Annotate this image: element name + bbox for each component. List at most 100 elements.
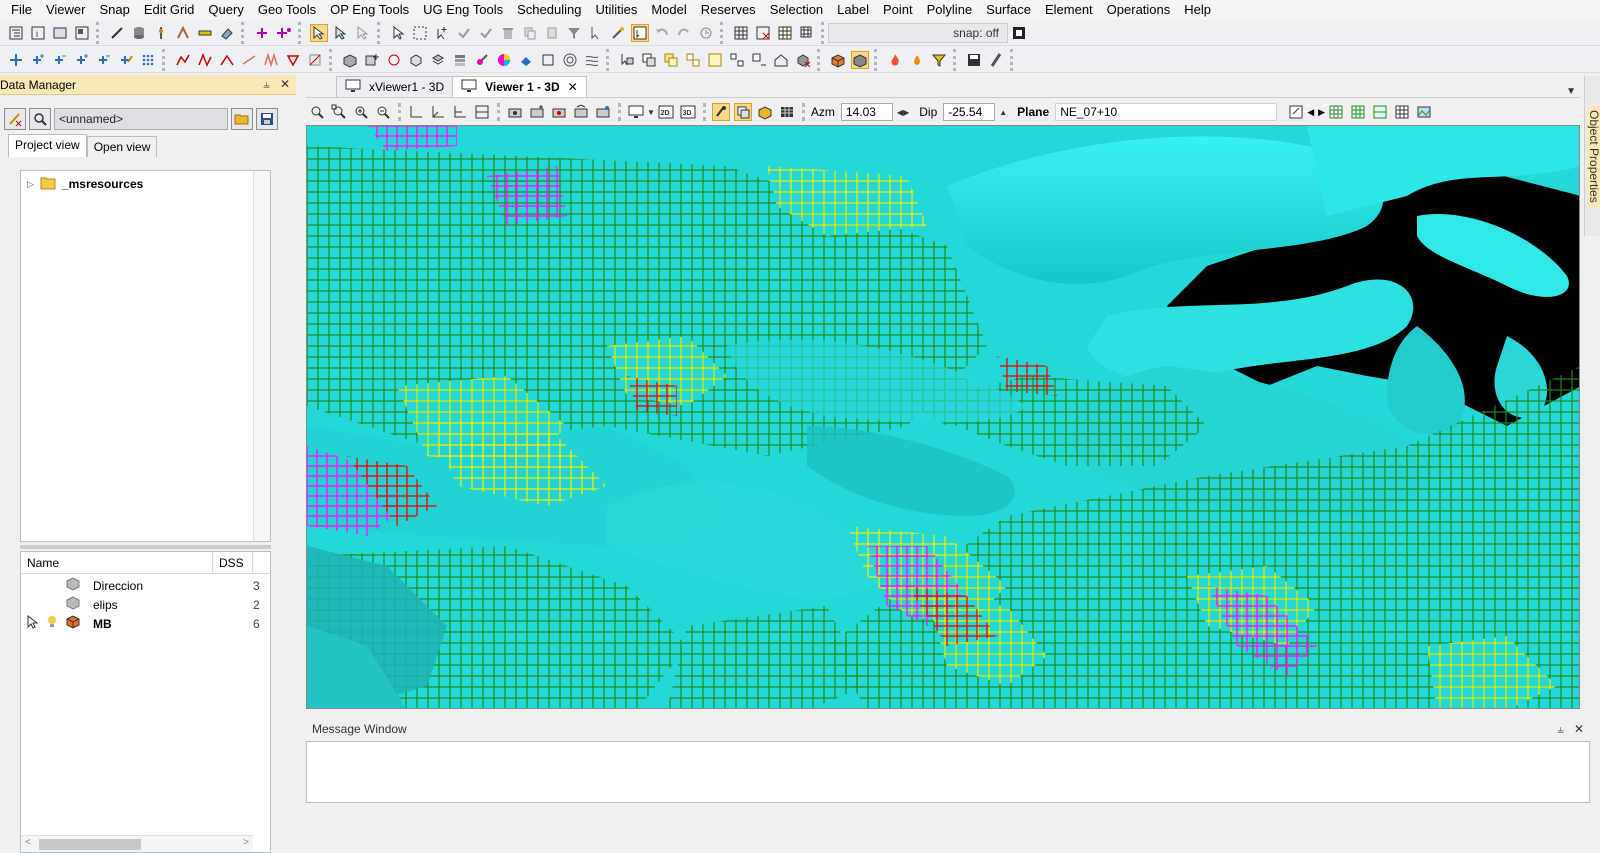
- history-icon[interactable]: [697, 24, 715, 42]
- add-points-icon[interactable]: [275, 24, 293, 42]
- target-icon[interactable]: [561, 51, 579, 69]
- grid-dropdown-icon[interactable]: [798, 24, 816, 42]
- view-2d-icon[interactable]: 2D: [657, 103, 675, 121]
- tab-menu-icon[interactable]: ▼: [1566, 86, 1576, 97]
- polyline-split-icon[interactable]: [218, 51, 236, 69]
- solid-add-icon[interactable]: [363, 51, 381, 69]
- camera-rotate-icon[interactable]: [572, 103, 590, 121]
- select-edit-icon[interactable]: [332, 24, 350, 42]
- open-folder-button[interactable]: [231, 108, 253, 130]
- plane-field[interactable]: NE_07+10: [1055, 103, 1278, 121]
- tab-viewer1[interactable]: Viewer 1 - 3D ✕: [452, 76, 587, 97]
- menu-point[interactable]: Point: [876, 0, 920, 20]
- info-icon[interactable]: i: [29, 24, 47, 42]
- grid-view-icon[interactable]: [778, 103, 796, 121]
- solid-icon[interactable]: [341, 51, 359, 69]
- section-icon[interactable]: [473, 103, 491, 121]
- menu-geo-tools[interactable]: Geo Tools: [251, 0, 323, 20]
- menu-edit-grid[interactable]: Edit Grid: [137, 0, 202, 20]
- save-view-icon[interactable]: [965, 51, 983, 69]
- object-properties-tab[interactable]: Object Properties: [1587, 106, 1600, 207]
- select-icon[interactable]: [310, 23, 328, 42]
- rect-select-icon[interactable]: [411, 24, 429, 42]
- zoom-window-icon[interactable]: [330, 103, 348, 121]
- solid-paint-icon[interactable]: [473, 51, 491, 69]
- blast-pattern-icon[interactable]: [908, 51, 926, 69]
- message-window-content[interactable]: [306, 741, 1590, 803]
- dip-spinner-icon[interactable]: ▲: [999, 108, 1007, 117]
- funnel-icon[interactable]: [930, 51, 948, 69]
- menu-model[interactable]: Model: [644, 0, 693, 20]
- plane-grid-icon[interactable]: [1327, 103, 1345, 121]
- snap-mode-icon[interactable]: [1010, 24, 1028, 42]
- save-button[interactable]: [256, 108, 278, 130]
- solid-view-icon[interactable]: [756, 103, 774, 121]
- solid-rotate-icon[interactable]: [407, 51, 425, 69]
- element-explode-icon[interactable]: [728, 51, 746, 69]
- layout-icon[interactable]: [73, 24, 91, 42]
- polyline-icon[interactable]: [174, 51, 192, 69]
- polyline-close-icon[interactable]: [284, 51, 302, 69]
- camera-add-icon[interactable]: [528, 103, 546, 121]
- search-button[interactable]: [29, 108, 51, 130]
- plane-grid-remove-icon[interactable]: [1371, 103, 1389, 121]
- tree-scrollbar[interactable]: [253, 171, 270, 541]
- copy-icon[interactable]: [521, 24, 539, 42]
- grid-delete-icon[interactable]: [754, 24, 772, 42]
- list-item-active[interactable]: MB 6: [21, 614, 270, 633]
- add-multi-vertex-icon[interactable]: [73, 51, 91, 69]
- camera-target-icon[interactable]: [550, 103, 568, 121]
- panel-splitter[interactable]: [20, 545, 271, 549]
- close-tab-icon[interactable]: ✕: [568, 80, 578, 94]
- grid-icon[interactable]: [732, 24, 750, 42]
- point-grid-icon[interactable]: [139, 51, 157, 69]
- check-edit-icon[interactable]: [477, 24, 495, 42]
- plane-prev-icon[interactable]: ◀: [1307, 107, 1314, 118]
- axis-yz-icon[interactable]: [451, 103, 469, 121]
- azm-field[interactable]: 14.03: [840, 103, 893, 121]
- polyline-clip-icon[interactable]: [306, 51, 324, 69]
- close-icon[interactable]: ✕: [1574, 722, 1584, 737]
- display-icon[interactable]: [627, 103, 645, 121]
- solid-stack-icon[interactable]: [429, 51, 447, 69]
- block-mode-icon[interactable]: [851, 50, 869, 69]
- menu-operations[interactable]: Operations: [1100, 0, 1178, 20]
- add-vertex-icon[interactable]: [29, 51, 47, 69]
- drill-icon[interactable]: [152, 24, 170, 42]
- camera-icon[interactable]: [506, 103, 524, 121]
- element-split-icon[interactable]: [684, 51, 702, 69]
- paste-icon[interactable]: [543, 24, 561, 42]
- list-horizontal-scrollbar[interactable]: < >: [21, 835, 253, 852]
- scroll-thumb[interactable]: [39, 839, 141, 850]
- dip-field[interactable]: -25.54: [943, 103, 996, 121]
- menu-polyline[interactable]: Polyline: [920, 0, 980, 20]
- ruler-icon[interactable]: [196, 24, 214, 42]
- menu-snap[interactable]: Snap: [92, 0, 136, 20]
- azm-spinner-icon[interactable]: ◀▶: [897, 108, 909, 117]
- tree-item-msresources[interactable]: ▷ _msresources: [21, 174, 270, 194]
- plane-grid-table-icon[interactable]: [1393, 103, 1411, 121]
- select-remove-icon[interactable]: [354, 24, 372, 42]
- element-delete-icon[interactable]: [794, 51, 812, 69]
- grid-table-icon[interactable]: [776, 24, 794, 42]
- zoom-in-icon[interactable]: [352, 103, 370, 121]
- add-point-icon[interactable]: [253, 24, 271, 42]
- contour-icon[interactable]: [583, 51, 601, 69]
- solid-layers-icon[interactable]: [451, 51, 469, 69]
- expand-icon[interactable]: ▷: [27, 179, 34, 190]
- column-dss[interactable]: DSS: [213, 552, 253, 573]
- snap-status[interactable]: snap: off: [828, 22, 1008, 43]
- block-icon[interactable]: [829, 51, 847, 69]
- polyline-edit-icon[interactable]: [196, 51, 214, 69]
- close-icon[interactable]: ✕: [280, 77, 290, 92]
- remove-vertex-icon[interactable]: [51, 51, 69, 69]
- window-icon[interactable]: [51, 24, 69, 42]
- plane-grid-add-icon[interactable]: [1349, 103, 1367, 121]
- list-item[interactable]: elips 2: [21, 595, 270, 614]
- menu-help[interactable]: Help: [1177, 0, 1218, 20]
- clear-filter-button[interactable]: [4, 108, 26, 130]
- column-name[interactable]: Name: [21, 552, 213, 573]
- zoom-out-icon[interactable]: [374, 103, 392, 121]
- element-copy-icon[interactable]: [640, 51, 658, 69]
- move-point-icon[interactable]: [7, 51, 25, 69]
